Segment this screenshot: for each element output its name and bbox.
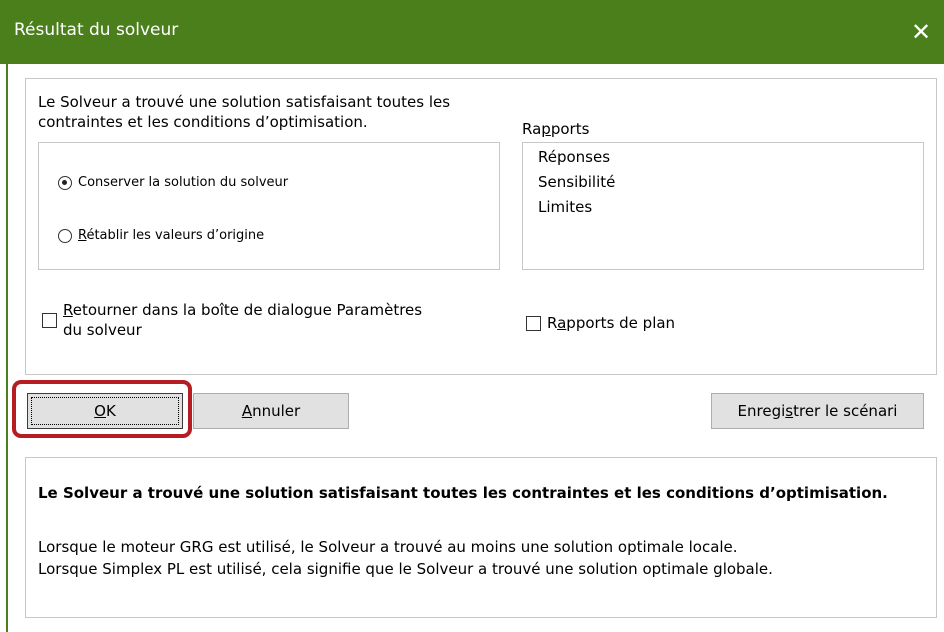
result-message-line2: contraintes et les conditions d’optimisa… xyxy=(38,113,368,131)
plan-reports-option[interactable]: Rapports de plan xyxy=(526,314,675,332)
title-bar: Résultat du solveur ✕ xyxy=(0,0,944,64)
summary-headline: Le Solveur a trouvé une solution satisfa… xyxy=(38,484,888,502)
reports-label-accel: p xyxy=(541,120,551,138)
save-label-part: Enregi xyxy=(737,402,786,420)
keep-solution-option[interactable]: Conserver la solution du solveur xyxy=(58,175,288,190)
restore-values-option[interactable]: Rétablir les valeurs d’origine xyxy=(58,228,264,243)
plan-reports-label-part: R xyxy=(547,314,558,332)
result-message-line1: Le Solveur a trouvé une solution satisfa… xyxy=(38,93,451,111)
return-dialog-line1: etourner dans la boîte de dialogue Param… xyxy=(72,301,423,319)
save-label-part: trer le scénari xyxy=(793,402,898,420)
cancel-label-rest: nnuler xyxy=(252,402,301,420)
solution-options-group xyxy=(38,142,500,270)
result-message: Le Solveur a trouvé une solution satisfa… xyxy=(38,92,558,132)
save-scenario-button[interactable]: Enregi s trer le scénari xyxy=(711,393,924,429)
cancel-button[interactable]: Annuler xyxy=(193,393,349,429)
keep-solution-radio[interactable] xyxy=(58,175,72,190)
summary-line-grg: Lorsque le moteur GRG est utilisé, le So… xyxy=(38,538,738,556)
plan-reports-label: Rapports de plan xyxy=(547,314,675,332)
cancel-accel: A xyxy=(241,402,253,420)
plan-reports-checkbox[interactable] xyxy=(526,316,541,331)
reports-label: Rapports xyxy=(522,120,589,138)
return-dialog-checkbox[interactable] xyxy=(42,313,57,328)
report-item-answers[interactable]: Réponses xyxy=(538,148,610,166)
plan-reports-label-part: pports de plan xyxy=(566,314,676,332)
return-dialog-line2: du solveur xyxy=(63,321,142,339)
reports-label-part: Ra xyxy=(522,120,542,138)
return-dialog-option[interactable]: Retourner dans la boîte de dialogue Para… xyxy=(42,300,422,340)
restore-values-label-rest: établir les valeurs d’origine xyxy=(86,228,265,243)
ok-highlight-annotation xyxy=(12,380,192,438)
plan-reports-accel: a xyxy=(557,314,567,332)
report-item-sensitivity[interactable]: Sensibilité xyxy=(538,173,615,191)
close-icon[interactable]: ✕ xyxy=(898,14,944,50)
return-dialog-accel: R xyxy=(63,301,73,319)
summary-line-simplex: Lorsque Simplex PL est utilisé, cela sig… xyxy=(38,560,773,578)
dialog-title: Résultat du solveur xyxy=(14,20,179,40)
restore-values-label: Rétablir les valeurs d’origine xyxy=(78,228,264,243)
return-dialog-label: Retourner dans la boîte de dialogue Para… xyxy=(63,300,422,340)
window-border xyxy=(6,64,8,632)
keep-solution-label: Conserver la solution du solveur xyxy=(78,175,289,190)
report-item-limits[interactable]: Limites xyxy=(538,198,592,216)
reports-label-part: ports xyxy=(550,120,590,138)
save-accel: s xyxy=(785,402,794,420)
restore-values-radio[interactable] xyxy=(58,228,72,243)
